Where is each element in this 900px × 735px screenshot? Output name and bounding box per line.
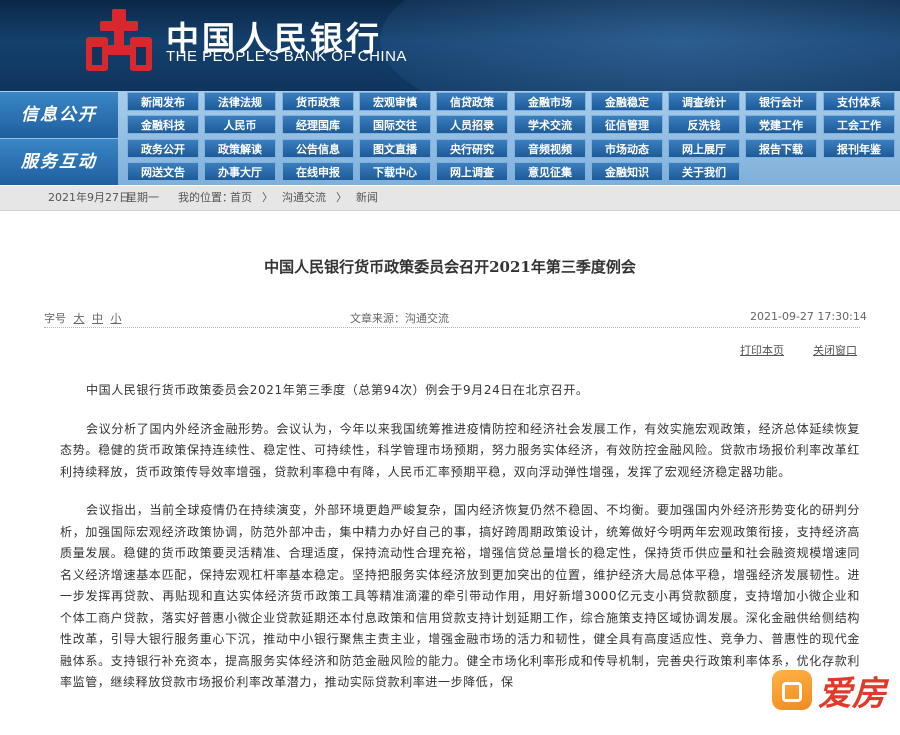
bank-name-en: THE PEOPLE'S BANK OF CHINA	[166, 48, 407, 65]
nav-item[interactable]: 网上展厅	[668, 139, 740, 158]
nav-item[interactable]: 党建工作	[745, 115, 817, 134]
nav-section-info: 信息公开 新闻发布 法律法规 货币政策 宏观审慎 信贷政策 金融市场 金融稳定 调查统计 银行会…	[0, 92, 900, 138]
watermark-house-icon	[772, 670, 812, 710]
nav-item[interactable]: 支付体系	[823, 92, 895, 111]
nav-item[interactable]: 央行研究	[436, 139, 508, 158]
nav-item[interactable]: 网送文告	[127, 162, 199, 181]
nav-item[interactable]: 金融科技	[127, 115, 199, 134]
article-paragraph: 中国人民银行货币政策委员会2021年第三季度（总第94次）例会于9月24日在北京…	[86, 383, 589, 397]
current-date: 2021年9月27日	[48, 191, 130, 204]
nav-item[interactable]: 金融知识	[591, 162, 663, 181]
nav-item[interactable]: 国际交往	[359, 115, 431, 134]
article-paragraph: 会议指出，当前全球疫情仍在持续演变，外部环境更趋严峻复杂，国内经济恢复仍然不稳固…	[60, 503, 860, 689]
font-size-medium-link[interactable]: 中	[92, 312, 103, 325]
nav-item[interactable]: 图文直播	[359, 139, 431, 158]
nav-item[interactable]: 人员招录	[436, 115, 508, 134]
nav-item[interactable]: 公告信息	[282, 139, 354, 158]
watermark: 爱房	[772, 664, 900, 735]
current-weekday: 星期一	[126, 191, 159, 204]
nav-item[interactable]: 音频视频	[514, 139, 586, 158]
nav-item[interactable]: 银行会计	[745, 92, 817, 111]
font-size-label: 字号	[44, 312, 66, 325]
close-window-link[interactable]: 关闭窗口	[813, 342, 857, 358]
nav-item[interactable]: 金融市场	[514, 92, 586, 111]
nav-section-service: 服务互动 政务公开 政策解读 公告信息 图文直播 央行研究 音频视频 市场动态 网上展厅 报告下…	[0, 139, 900, 185]
nav-item[interactable]: 宏观审慎	[359, 92, 431, 111]
nav-item[interactable]: 关于我们	[668, 162, 740, 181]
header-glow	[380, 0, 900, 91]
breadcrumb-separator: 〉	[262, 191, 273, 204]
nav-section-label[interactable]: 信息公开	[0, 92, 118, 138]
nav-item[interactable]: 政策解读	[204, 139, 276, 158]
nav-item[interactable]: 货币政策	[282, 92, 354, 111]
breadcrumb-bar: 2021年9月27日 星期一 我的位置： 首页 〉 沟通交流 〉 新闻	[0, 186, 900, 211]
nav-item[interactable]: 反洗钱	[668, 115, 740, 134]
nav-item[interactable]: 意见征集	[514, 162, 586, 181]
nav-item[interactable]: 经理国库	[282, 115, 354, 134]
watermark-text: 爱房	[818, 674, 886, 714]
breadcrumb-section[interactable]: 沟通交流	[282, 186, 326, 210]
nav-item[interactable]: 新闻发布	[127, 92, 199, 111]
article-body: 中国人民银行货币政策委员会2021年第三季度（总第94次）例会于9月24日在北京…	[60, 380, 860, 711]
nav-item[interactable]: 法律法规	[204, 92, 276, 111]
nav-item[interactable]: 报刊年鉴	[823, 139, 895, 158]
article-datetime: 2021-09-27 17:30:14	[750, 310, 867, 323]
nav-item[interactable]: 信贷政策	[436, 92, 508, 111]
nav-item[interactable]: 办事大厅	[204, 162, 276, 181]
nav-item[interactable]: 政务公开	[127, 139, 199, 158]
font-size-large-link[interactable]: 大	[74, 312, 85, 325]
article-source: 文章来源：沟通交流	[350, 312, 449, 325]
pboc-logo-icon[interactable]	[84, 7, 154, 77]
breadcrumb-separator: 〉	[336, 191, 347, 204]
article-paragraph: 会议分析了国内外经济金融形势。会议认为，今年以来我国统筹推进疫情防控和经济社会发…	[60, 421, 860, 479]
nav-item[interactable]: 调查统计	[668, 92, 740, 111]
nav-section-label[interactable]: 服务互动	[0, 139, 118, 185]
nav-item[interactable]: 金融稳定	[591, 92, 663, 111]
location-label: 我的位置：	[178, 191, 233, 204]
breadcrumb-current: 新闻	[356, 191, 378, 204]
nav-item[interactable]: 人民币	[204, 115, 276, 134]
print-page-link[interactable]: 打印本页	[740, 342, 784, 358]
article-title: 中国人民银行货币政策委员会召开2021年第三季度例会	[264, 258, 636, 276]
main-nav: 信息公开 新闻发布 法律法规 货币政策 宏观审慎 信贷政策 金融市场 金融稳定 调查统计 银行会…	[0, 91, 900, 185]
breadcrumb-home[interactable]: 首页	[230, 186, 252, 210]
font-size-small-link[interactable]: 小	[111, 312, 122, 325]
nav-item[interactable]: 在线申报	[282, 162, 354, 181]
nav-item[interactable]: 报告下载	[745, 139, 817, 158]
nav-item[interactable]: 网上调查	[436, 162, 508, 181]
meta-divider	[44, 327, 860, 328]
nav-item[interactable]: 工会工作	[823, 115, 895, 134]
font-size-controls: 字号 大 中 小	[44, 310, 122, 326]
nav-item[interactable]: 下载中心	[359, 162, 431, 181]
nav-item[interactable]: 市场动态	[591, 139, 663, 158]
nav-item[interactable]: 学术交流	[514, 115, 586, 134]
site-header: 中国人民银行 THE PEOPLE'S BANK OF CHINA	[0, 0, 900, 91]
nav-item[interactable]: 征信管理	[591, 115, 663, 134]
